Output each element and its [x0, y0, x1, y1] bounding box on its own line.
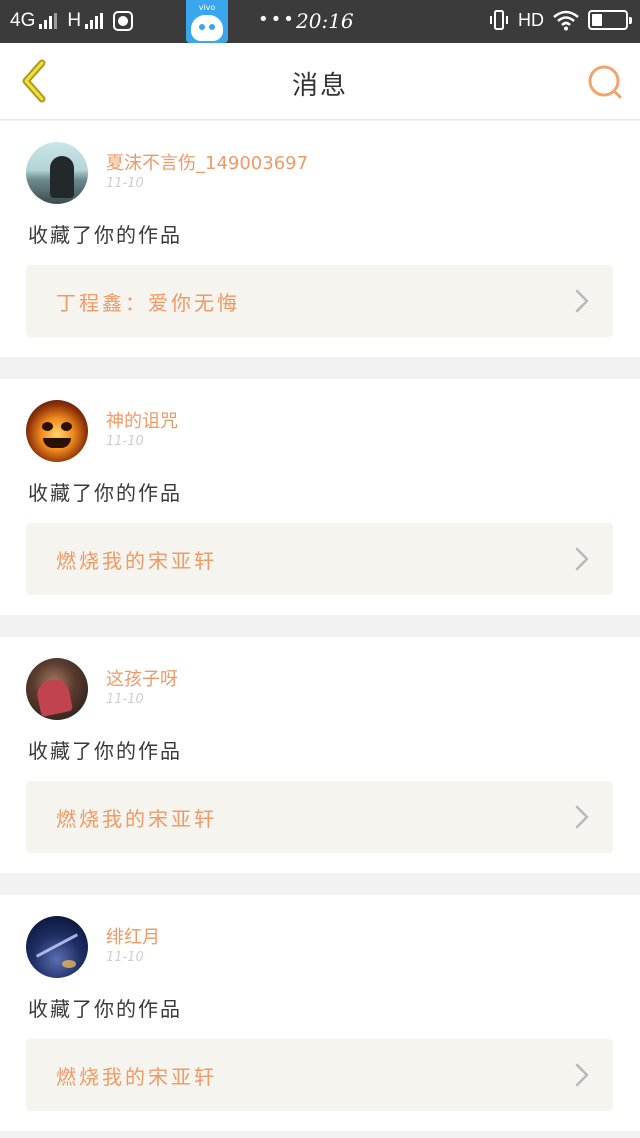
vivo-label: vivo [198, 3, 216, 12]
battery-icon [588, 10, 632, 30]
work-link[interactable]: 燃烧我的宋亚轩 [26, 523, 613, 595]
more-notifications-icon: ••• [258, 9, 296, 30]
message-date: 11-10 [106, 176, 144, 191]
message-card: 绯红月 11-10 收藏了你的作品 燃烧我的宋亚轩 [0, 895, 640, 1131]
avatar[interactable] [26, 916, 88, 978]
chevron-right-icon [575, 289, 589, 313]
network-h-label: H [67, 10, 82, 31]
vivo-assistant-icon: vivo [186, 0, 228, 43]
action-text: 收藏了你的作品 [28, 739, 182, 763]
wifi-icon [553, 10, 579, 31]
avatar[interactable] [26, 400, 88, 462]
search-icon[interactable] [586, 63, 624, 101]
username[interactable]: 这孩子呀 [106, 665, 178, 691]
signal-4g-icon [39, 13, 58, 29]
clock: 20:16 [296, 9, 354, 33]
username[interactable]: 神的诅咒 [106, 407, 178, 433]
chevron-right-icon [575, 1063, 589, 1087]
message-list: 夏沫不言伤_149003697 11-10 收藏了你的作品 丁程鑫：爱你无悔 神… [0, 121, 640, 1138]
nav-bar: 消息 [0, 43, 640, 120]
network-indicators: 4G H [10, 10, 134, 32]
signal-h-icon [85, 13, 104, 29]
message-card: 这孩子呀 11-10 收藏了你的作品 燃烧我的宋亚轩 [0, 637, 640, 873]
avatar[interactable] [26, 658, 88, 720]
work-title: 燃烧我的宋亚轩 [56, 1065, 217, 1089]
network-4g-label: 4G [10, 10, 36, 31]
chevron-right-icon [575, 547, 589, 571]
chevron-right-icon [575, 805, 589, 829]
message-date: 11-10 [106, 692, 144, 707]
username[interactable]: 夏沫不言伤_149003697 [106, 149, 308, 175]
message-date: 11-10 [106, 950, 144, 965]
work-title: 丁程鑫：爱你无悔 [56, 291, 240, 315]
battery-level [592, 14, 602, 26]
avatar[interactable] [26, 142, 88, 204]
work-link[interactable]: 丁程鑫：爱你无悔 [26, 265, 613, 337]
page-title: 消息 [291, 71, 348, 101]
work-title: 燃烧我的宋亚轩 [56, 807, 217, 831]
work-link[interactable]: 燃烧我的宋亚轩 [26, 1039, 613, 1111]
action-text: 收藏了你的作品 [28, 223, 182, 247]
notification-app-icon [113, 11, 134, 31]
message-card: 夏沫不言伤_149003697 11-10 收藏了你的作品 丁程鑫：爱你无悔 [0, 121, 640, 357]
username[interactable]: 绯红月 [106, 923, 160, 949]
action-text: 收藏了你的作品 [28, 481, 182, 505]
message-date: 11-10 [106, 434, 144, 449]
status-bar: 4G H vivo ••• 20:16 HD [0, 0, 640, 43]
system-indicators: HD [488, 9, 632, 31]
message-card: 神的诅咒 11-10 收藏了你的作品 燃烧我的宋亚轩 [0, 379, 640, 615]
hd-label: HD [518, 9, 544, 30]
action-text: 收藏了你的作品 [28, 997, 182, 1021]
vibrate-icon [490, 10, 508, 30]
work-link[interactable]: 燃烧我的宋亚轩 [26, 781, 613, 853]
work-title: 燃烧我的宋亚轩 [56, 549, 217, 573]
